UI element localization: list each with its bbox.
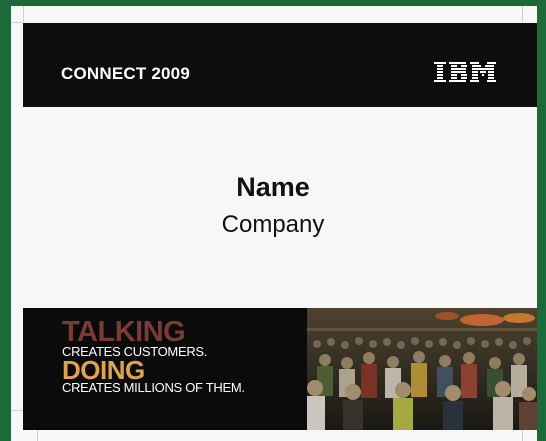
crop-mark [11, 22, 23, 23]
badge-company: Company [221, 211, 325, 238]
ibm-logo [434, 62, 496, 82]
tagline-talking: TALKING [62, 316, 186, 348]
crop-mark [11, 410, 23, 411]
event-title: CONNECT 2009 [61, 64, 190, 83]
tagline-creates-millions: CREATES MILLIONS OF THEM. [62, 380, 245, 395]
crop-mark [37, 430, 38, 441]
badge-name: Name [236, 172, 310, 202]
crop-mark [23, 6, 24, 22]
crop-mark [522, 430, 523, 441]
crop-mark [522, 6, 523, 22]
crowd-photo [307, 308, 537, 430]
